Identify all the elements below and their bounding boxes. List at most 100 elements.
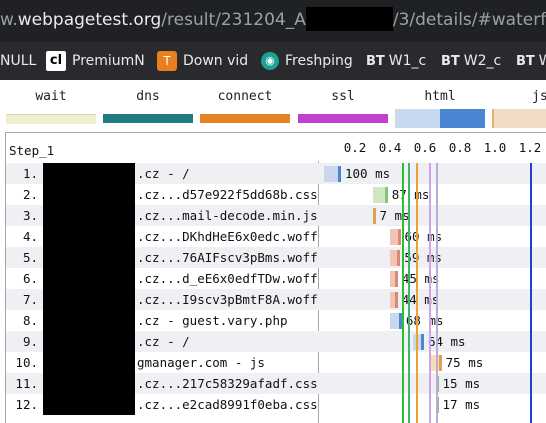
request-url[interactable]: .cz...76AIFscv3pBms.woff: [137, 250, 318, 265]
bookmark-label: W: [538, 53, 546, 69]
request-timing-bar[interactable]: [412, 334, 424, 350]
timeline-tick-label: 1.0: [483, 140, 507, 155]
table-row[interactable]: 5. .cz...76AIFscv3pBms.woff 59 ms: [6, 247, 546, 268]
timeline-tick-label: 0.4: [378, 140, 402, 155]
address-bar[interactable]: w.webpagetest.org/result/231204_A/3/deta…: [0, 0, 546, 42]
request-timing-bar[interactable]: [323, 166, 341, 182]
request-url[interactable]: .cz...I9scv3pBmtF8A.woff: [137, 292, 318, 307]
bookmark-w1-c[interactable]: BT W1_c: [366, 42, 426, 80]
legend-connect: connect: [200, 80, 290, 130]
request-timing-bar[interactable]: [390, 250, 401, 266]
bookmark-freshping[interactable]: ◉ Freshping: [261, 42, 353, 80]
request-timing-bar[interactable]: [390, 313, 402, 329]
timeline-tick-label: 0.2: [343, 140, 367, 155]
request-timing-bar[interactable]: [372, 187, 388, 203]
request-url[interactable]: .cz...d57e922f5dd68b.css: [137, 187, 318, 202]
redacted-host: [43, 205, 135, 226]
first-contentful-paint-marker: [407, 163, 410, 423]
request-timing-bar[interactable]: [390, 292, 398, 308]
request-duration: 75 ms: [445, 355, 484, 370]
legend-html: html: [395, 80, 485, 130]
bookmark-null[interactable]: NULL: [0, 42, 36, 80]
bt-icon: BT: [366, 54, 385, 69]
bookmark-label: Down vid: [183, 53, 249, 69]
request-url[interactable]: .cz...217c58329afadf.css: [137, 376, 318, 391]
table-row[interactable]: 9. .cz - / 64 ms: [6, 331, 546, 352]
legend-label: js: [532, 89, 546, 104]
redacted-host: [43, 289, 135, 310]
table-row[interactable]: 7. .cz...I9scv3pBmtF8A.woff 44 ms: [6, 289, 546, 310]
bt-icon: BT: [441, 54, 460, 69]
request-duration: 68 ms: [405, 313, 444, 328]
request-number: 6.: [22, 271, 38, 286]
redacted-host: [43, 268, 135, 289]
request-number: 9.: [22, 334, 38, 349]
bookmark-label: W2_c: [463, 53, 502, 69]
redacted-host: [43, 310, 135, 331]
cl-logo-icon: cl: [46, 51, 66, 71]
legend-label: html: [424, 89, 456, 104]
request-duration: 15 ms: [442, 376, 481, 391]
request-url[interactable]: .cz - /: [137, 334, 190, 349]
request-number: 5.: [22, 250, 38, 265]
redacted-host: [43, 394, 135, 415]
url-path-start: /result/231204_A: [161, 10, 306, 30]
legend-dns: dns: [103, 80, 193, 130]
bookmark-premiumn[interactable]: cl PremiumN: [46, 42, 145, 80]
url-prefix: w.: [0, 10, 18, 30]
table-row[interactable]: 10. gmanager.com - js 75 ms: [6, 352, 546, 373]
legend-label: dns: [136, 89, 160, 104]
request-url[interactable]: gmanager.com - js: [137, 355, 265, 370]
url-path-end: /3/details/#waterfall_view_: [392, 10, 546, 30]
redacted-block: [305, 6, 393, 31]
start-render-marker: [402, 163, 405, 423]
legend-wait: wait: [6, 80, 96, 130]
request-url[interactable]: .cz...mail-decode.min.js: [137, 208, 318, 223]
request-url[interactable]: .cz...DKhdHeE6x0edc.woff: [137, 229, 318, 244]
legend-swatch-light: [395, 109, 440, 128]
request-url[interactable]: .cz...d_eE6x0edfTDw.woff: [137, 271, 318, 286]
bookmark-w2-c[interactable]: BT W2_c: [441, 42, 501, 80]
request-timing-bar[interactable]: [372, 208, 376, 224]
waterfall-table: Step_1 0.2 0.4 0.6 0.8 1.0 1.2 1. .cz - / 100 m…: [5, 132, 546, 423]
table-row[interactable]: 11. .cz...217c58329afadf.css 15 ms: [6, 373, 546, 394]
request-duration: 7 ms: [379, 208, 410, 223]
dom-interactive-marker: [416, 163, 419, 423]
legend-swatch: [103, 114, 193, 123]
bookmark-label: W1_c: [388, 53, 427, 69]
legend-swatch: [492, 109, 546, 128]
legend-label: ssl: [331, 89, 355, 104]
table-row[interactable]: 12. .cz...e2cad8991f0eba.css 17 ms: [6, 394, 546, 415]
request-duration: 64 ms: [427, 334, 466, 349]
timeline-tick-label: 0.6: [413, 140, 437, 155]
table-row[interactable]: 3. .cz...mail-decode.min.js 7 ms: [6, 205, 546, 226]
step-label: Step_1: [9, 143, 55, 158]
table-row[interactable]: 6. .cz...d_eE6x0edfTDw.woff 45 ms: [6, 268, 546, 289]
table-row[interactable]: 1. .cz - / 100 ms: [6, 163, 546, 184]
request-number: 3.: [22, 208, 38, 223]
legend-js: js: [492, 80, 546, 130]
bookmark-down-vid[interactable]: T Down vid: [157, 42, 248, 80]
request-timing-bar[interactable]: [390, 271, 398, 287]
redacted-host: [43, 331, 135, 352]
legend-label: connect: [217, 89, 273, 104]
redacted-host: [43, 247, 135, 268]
bt-icon: BT: [516, 54, 535, 69]
request-url[interactable]: .cz - guest.vary.php: [137, 313, 288, 328]
table-row[interactable]: 4. .cz...DKhdHeE6x0edc.woff 60 ms: [6, 226, 546, 247]
bookmarks-bar: NULL cl PremiumN T Down vid ◉ Freshping BT W…: [0, 42, 546, 80]
legend-swatch: [298, 114, 388, 123]
request-url[interactable]: .cz - /: [137, 166, 190, 181]
request-number: 10.: [15, 355, 38, 370]
table-row[interactable]: 8. .cz - guest.vary.php 68 ms: [6, 310, 546, 331]
table-row[interactable]: 2. .cz...d57e922f5dd68b.css 87 ms: [6, 184, 546, 205]
request-timing-bar[interactable]: [390, 229, 401, 245]
bookmark-w[interactable]: BT W: [516, 42, 546, 80]
redacted-host: [43, 373, 135, 394]
legend-ssl: ssl: [298, 80, 388, 130]
request-number: 8.: [22, 313, 38, 328]
freshping-icon: ◉: [261, 52, 279, 70]
redacted-host: [43, 226, 135, 247]
request-number: 7.: [22, 292, 38, 307]
request-number: 2.: [22, 187, 38, 202]
